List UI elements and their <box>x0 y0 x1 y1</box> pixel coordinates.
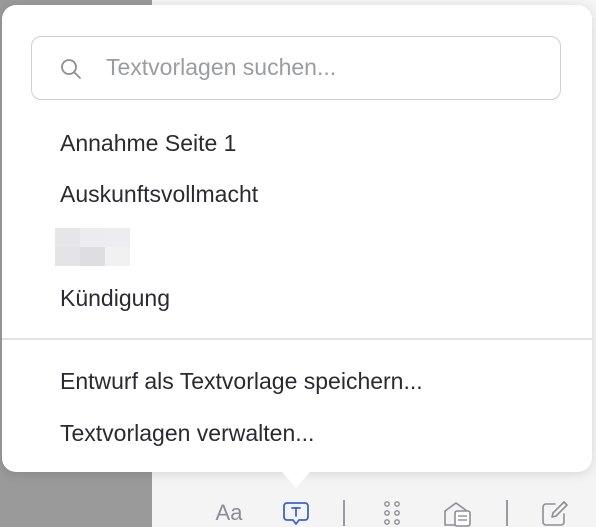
save-draft-as-template-button[interactable]: Entwurf als Textvorlage speichern... <box>60 361 423 401</box>
template-item[interactable]: Kündigung <box>60 278 170 318</box>
envelope-document-icon[interactable] <box>440 498 476 527</box>
redacted-template-item[interactable] <box>55 228 130 266</box>
text-template-popover: Annahme Seite 1 Auskunftsvollmacht Kündi… <box>2 5 592 472</box>
font-format-label: Aa <box>215 500 243 525</box>
template-item[interactable]: Auskunftsvollmacht <box>60 174 258 214</box>
toolbar-separator <box>506 500 508 526</box>
font-format-icon[interactable]: Aa <box>212 498 246 527</box>
edit-icon[interactable] <box>538 498 572 527</box>
popover-arrow <box>282 472 310 488</box>
toolbar-separator <box>343 500 345 526</box>
search-field[interactable] <box>31 36 561 100</box>
manage-templates-button[interactable]: Textvorlagen verwalten... <box>60 413 314 453</box>
search-icon <box>59 57 83 81</box>
text-template-icon[interactable] <box>280 498 312 527</box>
search-input[interactable] <box>106 37 546 97</box>
menu-divider <box>2 338 592 340</box>
grid-dots-icon[interactable] <box>378 498 406 527</box>
template-item[interactable]: Annahme Seite 1 <box>60 123 236 163</box>
